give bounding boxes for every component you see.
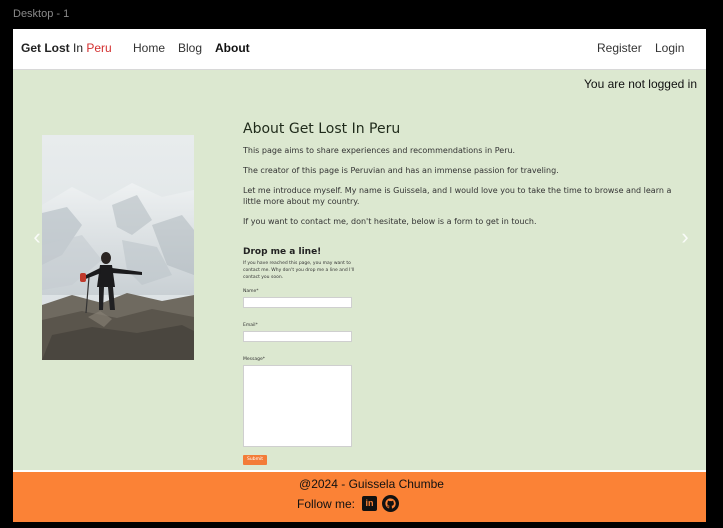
contact-form: Drop me a line! If you have reached this… <box>243 247 363 465</box>
about-title: About Get Lost In Peru <box>243 121 401 137</box>
chevron-left-icon: ‹ <box>33 224 41 249</box>
brand-logo[interactable]: Get Lost In Peru <box>21 41 112 55</box>
footer-follow-label: Follow me: <box>297 497 356 511</box>
footer: @2024 - Guissela Chumbe Follow me: in <box>13 470 706 522</box>
name-input[interactable] <box>243 297 352 308</box>
form-intro: If you have reached this page, you may w… <box>243 261 355 280</box>
submit-button[interactable]: Submit <box>243 455 267 465</box>
github-icon[interactable] <box>382 495 399 512</box>
brand-part-1: Get Lost <box>21 41 70 55</box>
about-section: About Get Lost In Peru This page aims to… <box>243 121 673 236</box>
nav-about-link[interactable]: About <box>215 41 250 55</box>
carousel-prev-button[interactable]: ‹ <box>27 225 47 249</box>
page: Get Lost In Peru Home Blog About Registe… <box>13 29 706 522</box>
form-title: Drop me a line! <box>243 247 322 257</box>
login-status-text: You are not logged in <box>584 77 697 91</box>
about-paragraph-4: If you want to contact me, don't hesitat… <box>243 217 537 226</box>
name-label: Name* <box>243 289 259 294</box>
brand-part-2: In <box>69 41 87 55</box>
about-paragraph-1: This page aims to share experiences and … <box>243 146 516 155</box>
nav-home-link[interactable]: Home <box>133 41 165 55</box>
about-paragraph-2: The creator of this page is Peruvian and… <box>243 166 559 175</box>
about-paragraph-3: Let me introduce myself. My name is Guis… <box>243 186 672 206</box>
linkedin-icon[interactable]: in <box>362 496 377 511</box>
footer-copyright: @2024 - Guissela Chumbe <box>299 477 444 491</box>
register-link[interactable]: Register <box>597 41 642 55</box>
hiker-photo-svg <box>42 135 194 360</box>
email-input[interactable] <box>243 331 352 342</box>
login-link[interactable]: Login <box>655 41 684 55</box>
message-label: Message* <box>243 357 265 362</box>
brand-part-3: Peru <box>86 41 112 55</box>
nav-blog-link[interactable]: Blog <box>178 41 202 55</box>
email-label: Email* <box>243 323 258 328</box>
navbar: Get Lost In Peru Home Blog About Registe… <box>13 29 706 70</box>
chevron-right-icon: › <box>681 224 689 249</box>
carousel-next-button[interactable]: › <box>675 225 695 249</box>
hero-photo <box>42 135 194 360</box>
message-textarea[interactable] <box>243 365 352 447</box>
frame-label: Desktop - 1 <box>13 8 70 20</box>
